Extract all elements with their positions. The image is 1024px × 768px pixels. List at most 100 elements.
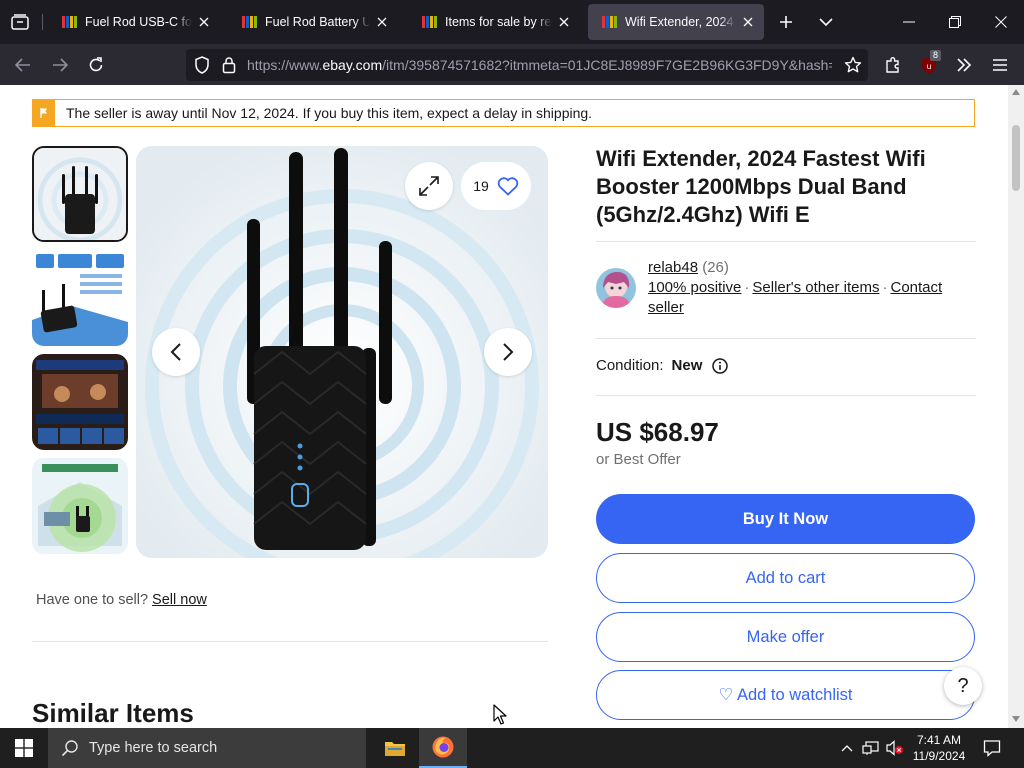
sell-now-link[interactable]: Sell now (152, 592, 207, 608)
help-button[interactable]: ? (944, 667, 982, 705)
minimize-icon (903, 21, 915, 23)
url-prefix: https://www. (247, 57, 323, 73)
divider (32, 641, 548, 642)
restore-icon (949, 16, 961, 28)
close-tab-icon[interactable] (556, 14, 572, 30)
thumbnail-image-3[interactable] (32, 354, 128, 450)
thumbnail-image-1[interactable] (32, 146, 128, 242)
flag-icon (33, 100, 55, 126)
more-tools-button[interactable] (949, 50, 979, 80)
clock-time: 7:41 AM (916, 733, 962, 747)
close-tab-icon[interactable] (196, 14, 212, 30)
start-button[interactable] (0, 728, 48, 768)
ebay-favicon-icon (62, 16, 78, 28)
tab-title: Wifi Extender, 2024 Fastest (625, 15, 736, 29)
star-icon (844, 56, 862, 73)
chevron-up-icon (841, 745, 853, 752)
similar-items-heading: Similar Items (32, 698, 194, 728)
condition-label: Condition: (596, 357, 664, 374)
bookmark-star-button[interactable] (838, 50, 868, 80)
search-icon (61, 739, 79, 757)
have-one-label: Have one to sell? (36, 592, 149, 608)
tab-separator (42, 14, 43, 30)
search-placeholder: Type here to search (89, 740, 218, 756)
lock-icon[interactable] (222, 56, 236, 79)
seller-positive-link[interactable]: 100% positive (648, 279, 741, 296)
browser-tab-active[interactable]: Wifi Extender, 2024 Fastest (588, 4, 764, 40)
info-icon[interactable] (712, 357, 729, 374)
firefox-taskbar-button[interactable] (419, 728, 467, 768)
network-icon (862, 741, 879, 755)
address-bar[interactable]: https://www.ebay.com/itm/395874571682?it… (186, 49, 868, 81)
main-product-image[interactable]: 19 (136, 146, 548, 558)
tab-title: Items for sale by relab48 (445, 15, 552, 29)
chevron-right-icon (503, 343, 514, 361)
restore-button[interactable] (932, 0, 978, 44)
chevron-left-icon (170, 343, 181, 361)
forward-button[interactable] (45, 50, 75, 80)
url-domain: ebay.com (322, 57, 383, 73)
page-scrollbar[interactable] (1008, 85, 1024, 728)
file-explorer-button[interactable] (371, 728, 419, 768)
next-image-button[interactable] (484, 328, 532, 376)
thumbnail-image-4[interactable] (32, 458, 128, 554)
separator-dot: · (882, 279, 888, 296)
make-offer-button[interactable]: Make offer (596, 612, 975, 662)
url-text[interactable]: https://www.ebay.com/itm/395874571682?it… (247, 57, 832, 73)
notifications-button[interactable] (978, 728, 1006, 768)
scroll-up-icon[interactable] (1012, 89, 1020, 95)
browser-navigation-bar: https://www.ebay.com/itm/395874571682?it… (0, 44, 1024, 85)
divider (596, 338, 976, 339)
divider (596, 241, 976, 242)
extensions-button[interactable] (878, 50, 908, 80)
system-clock[interactable]: 7:41 AM 11/9/2024 (904, 732, 974, 764)
close-window-button[interactable] (978, 0, 1024, 44)
browser-tab[interactable]: Fuel Rod Battery USB-C (228, 4, 398, 40)
close-tab-icon[interactable] (374, 14, 390, 30)
item-price: US $68.97 (596, 417, 719, 447)
browser-tab[interactable]: Fuel Rod USB-C for sale (48, 4, 220, 40)
watch-count: 19 (473, 178, 489, 194)
show-hidden-icons-button[interactable] (838, 728, 856, 768)
network-button[interactable] (860, 728, 882, 768)
heart-icon (497, 177, 518, 196)
seller-avatar[interactable] (596, 268, 636, 308)
shield-icon[interactable] (194, 56, 210, 79)
list-all-tabs-button[interactable] (803, 0, 849, 44)
taskbar-search-box[interactable]: Type here to search (48, 728, 366, 768)
windows-taskbar: Type here to search 7:41 AM 11/9/2024 (0, 728, 1024, 768)
seller-away-banner: The seller is away until Nov 12, 2024. I… (32, 99, 975, 127)
fullscreen-button[interactable] (405, 162, 453, 210)
reload-button[interactable] (81, 50, 111, 80)
separator-dot: · (744, 279, 750, 296)
url-path: /itm/395874571682?itmmeta=01JC8EJ8989F7G… (382, 57, 832, 73)
watch-count-button[interactable]: 19 (461, 162, 531, 210)
ublock-extension-button[interactable]: u 8 (914, 50, 944, 80)
windows-logo-icon (15, 739, 33, 757)
extension-badge: 8 (930, 50, 942, 61)
thumbnail-image-2[interactable] (32, 250, 128, 346)
double-chevron-right-icon (957, 58, 972, 72)
buy-it-now-button[interactable]: Buy It Now (596, 494, 975, 544)
previous-image-button[interactable] (152, 328, 200, 376)
add-to-cart-button[interactable]: Add to cart (596, 553, 975, 603)
volume-muted-icon (886, 740, 903, 756)
item-title: Wifi Extender, 2024 Fastest Wifi Booster… (596, 146, 926, 227)
scrollbar-thumb[interactable] (1012, 125, 1020, 191)
browser-tab[interactable]: Items for sale by relab48 (408, 4, 580, 40)
notification-icon (983, 740, 1001, 757)
scroll-down-icon[interactable] (1012, 716, 1020, 722)
back-button[interactable] (8, 50, 38, 80)
seller-name-link[interactable]: relab48 (648, 259, 698, 276)
banner-message: The seller is away until Nov 12, 2024. I… (66, 105, 593, 121)
firefox-icon (432, 736, 454, 758)
seller-other-items-link[interactable]: Seller's other items (752, 279, 879, 296)
minimize-button[interactable] (886, 0, 932, 44)
app-menu-button[interactable] (985, 50, 1015, 80)
tab-list-icon[interactable] (6, 8, 34, 36)
close-tab-icon[interactable] (740, 14, 756, 30)
arrow-right-icon (53, 58, 68, 72)
volume-button[interactable] (884, 728, 906, 768)
divider (596, 395, 976, 396)
add-to-watchlist-button[interactable]: ♡ Add to watchlist (596, 670, 975, 720)
